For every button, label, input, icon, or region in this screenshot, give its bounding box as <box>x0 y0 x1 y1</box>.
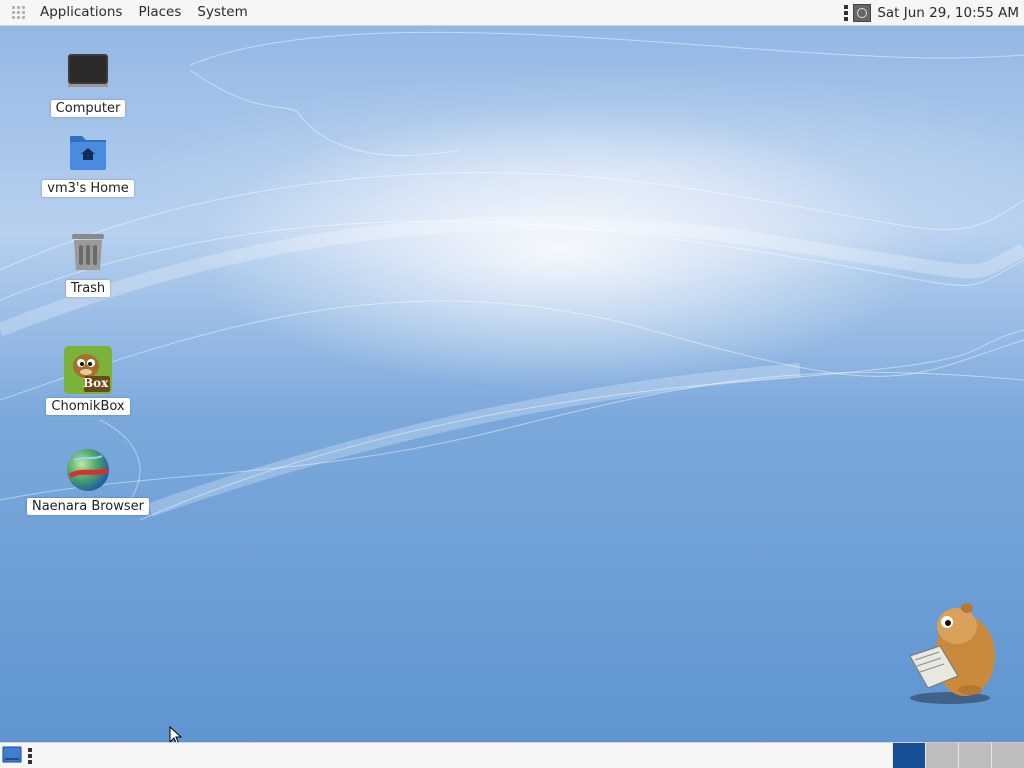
top-panel: Applications Places System Sat Jun 29, 1… <box>0 0 1024 26</box>
workspace-1[interactable] <box>892 743 925 768</box>
panel-handle-icon[interactable] <box>28 748 33 764</box>
menu-system[interactable]: System <box>189 0 255 25</box>
desktop-icon-label: Trash <box>65 280 111 297</box>
desktop-icon-naenara[interactable]: Naenara Browser <box>26 446 150 515</box>
bottom-panel <box>0 742 1024 768</box>
hamster-mascot-image <box>895 598 1005 712</box>
desktop-icon-label: ChomikBox <box>46 398 130 415</box>
home-folder-icon <box>64 128 112 176</box>
wallpaper <box>0 0 1024 768</box>
workspace-2[interactable] <box>925 743 958 768</box>
menu-places[interactable]: Places <box>130 0 189 25</box>
desktop-icon-label: Naenara Browser <box>26 498 150 515</box>
panel-handle-icon[interactable] <box>844 4 849 21</box>
chomikbox-badge-text: Box <box>83 376 109 390</box>
desktop-icon-chomikbox[interactable]: Box ChomikBox <box>28 346 148 415</box>
computer-icon <box>64 48 112 96</box>
menu-applications[interactable]: Applications <box>32 0 130 25</box>
network-icon[interactable] <box>853 3 872 22</box>
desktop-icon-home[interactable]: vm3's Home <box>28 128 148 197</box>
show-desktop-icon[interactable] <box>2 746 22 764</box>
workspace-3[interactable] <box>958 743 991 768</box>
apps-grid-icon <box>12 5 26 20</box>
globe-icon <box>64 446 112 494</box>
desktop-icon-label: vm3's Home <box>42 180 134 197</box>
desktop-screen: Applications Places System Sat Jun 29, 1… <box>0 0 1024 768</box>
desktop-icon-computer[interactable]: Computer <box>28 48 148 117</box>
clock[interactable]: Sat Jun 29, 10:55 AM <box>877 5 1024 21</box>
desktop-icon-label: Computer <box>50 100 126 117</box>
desktop-icon-trash[interactable]: Trash <box>28 228 148 297</box>
workspace-switcher <box>892 743 1024 768</box>
trash-icon <box>64 228 112 276</box>
system-tray: Sat Jun 29, 10:55 AM <box>844 0 1024 25</box>
workspace-4[interactable] <box>991 743 1024 768</box>
chomikbox-icon: Box <box>64 346 112 394</box>
